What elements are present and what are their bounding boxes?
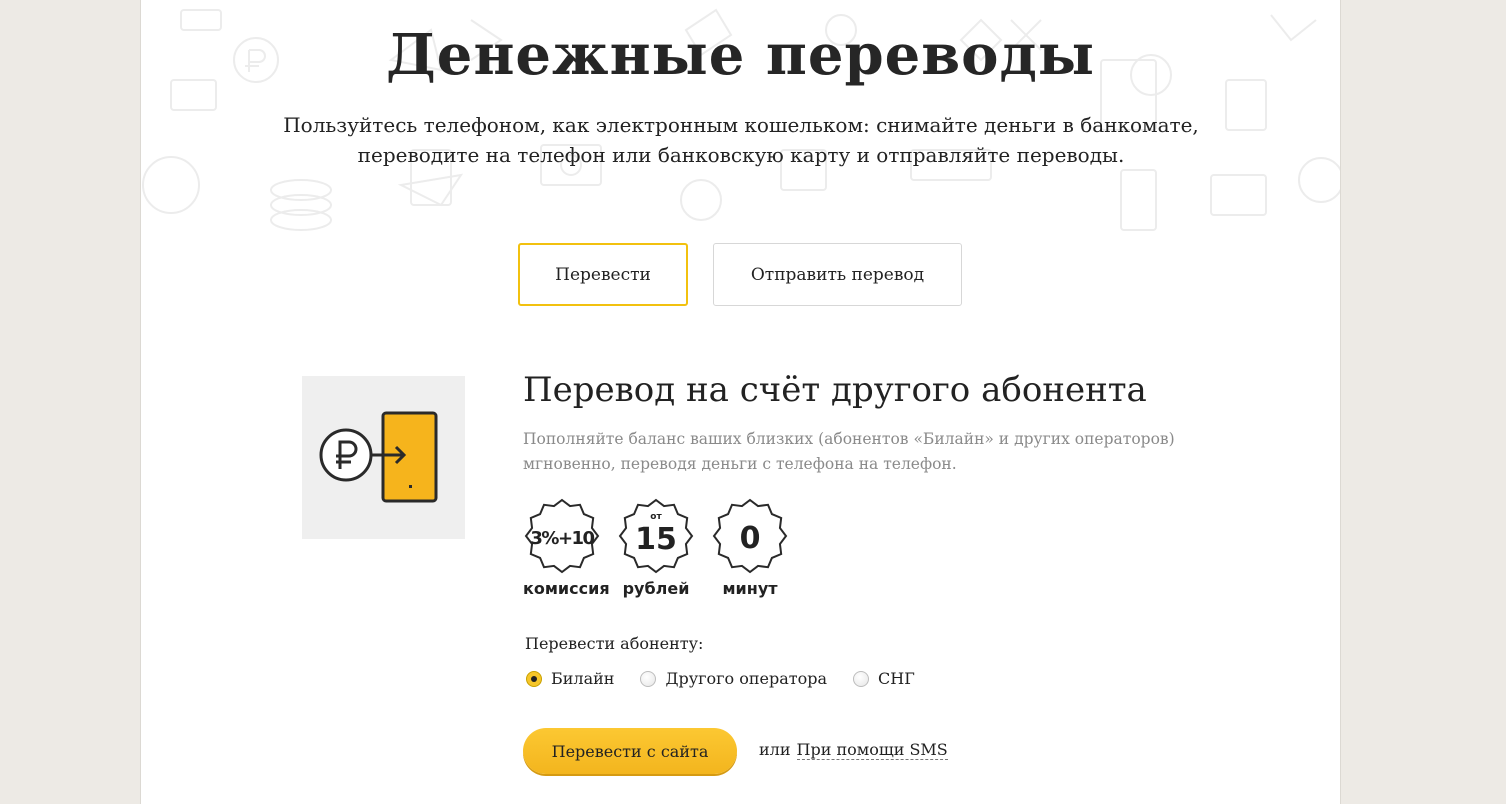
badge-label: рублей [622, 579, 690, 598]
radio-label: Другого оператора [665, 669, 828, 688]
description-line: Пополняйте баланс ваших близких (абонент… [523, 430, 1175, 448]
tab-send-transfer[interactable]: Отправить перевод [713, 243, 962, 306]
badge-label: комиссия [523, 579, 610, 598]
radio-circle[interactable] [526, 670, 542, 687]
recipient-title: Перевести абоненту: [525, 634, 704, 653]
badge-value: 15 [635, 522, 677, 557]
recipient-radio-group: Билайн Другого оператора СНГ [526, 669, 915, 688]
radio-label: СНГ [878, 669, 915, 688]
subtitle-line: переводите на телефон или банковскую кар… [357, 143, 1125, 167]
badge-minutes: 0 минут [711, 497, 789, 598]
badge-seal-icon: от 15 [618, 498, 694, 574]
badge-value: 3%+10 [530, 528, 594, 549]
badge-commission: 3%+10 комиссия [523, 497, 610, 598]
tab-transfer[interactable]: Перевести [518, 243, 688, 306]
or-text: или [759, 740, 791, 759]
badge-rubles: от 15 рублей [617, 497, 695, 598]
alternative-action: или При помощи SMS [759, 740, 948, 760]
description-line: мгновенно, переводя деньги с телефона на… [523, 455, 957, 473]
sms-link[interactable]: При помощи SMS [796, 740, 948, 760]
radio-circle[interactable] [640, 670, 657, 687]
radio-cis[interactable]: СНГ [853, 669, 915, 688]
transfer-from-site-button[interactable]: Перевести с сайта [523, 728, 737, 774]
ruble-to-phone-icon [302, 376, 465, 539]
main-page: Денежные переводы Пользуйтесь телефоном,… [140, 0, 1341, 804]
card-description: Пополняйте баланс ваших близких (абонент… [523, 427, 1223, 477]
badge-prefix: от [650, 512, 662, 522]
radio-other-operator[interactable]: Другого оператора [640, 669, 827, 688]
badge-value: 0 [740, 521, 761, 556]
radio-label: Билайн [551, 669, 615, 688]
badge-seal-icon: 3%+10 [524, 498, 600, 574]
transfer-tabs: Перевести Отправить перевод [518, 243, 962, 306]
page-subtitle: Пользуйтесь телефоном, как электронным к… [241, 110, 1241, 170]
card-title: Перевод на счёт другого абонента [523, 370, 1147, 410]
radio-beeline[interactable]: Билайн [526, 669, 614, 688]
badge-label: минут [722, 579, 778, 598]
badges: 3%+10 комиссия от 15 рублей 0 минут [523, 497, 789, 598]
subtitle-line: Пользуйтесь телефоном, как электронным к… [283, 113, 1199, 137]
page-title: Денежные переводы [386, 22, 1095, 88]
badge-seal-icon: 0 [712, 498, 788, 574]
radio-circle[interactable] [853, 670, 870, 687]
